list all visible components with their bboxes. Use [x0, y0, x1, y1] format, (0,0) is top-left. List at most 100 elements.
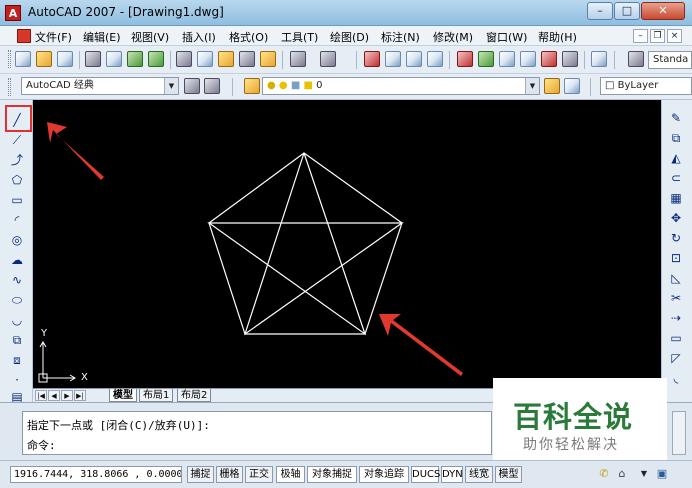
- menu-file[interactable]: 文件(F): [35, 29, 72, 45]
- copy-icon[interactable]: [197, 51, 213, 67]
- properties-icon[interactable]: [457, 51, 473, 67]
- redo-icon[interactable]: [320, 51, 336, 67]
- lineweight-toggle[interactable]: 线宽: [465, 466, 493, 483]
- zoom-previous-icon[interactable]: [427, 51, 443, 67]
- workspace-select[interactable]: AutoCAD 经典 ▼: [21, 77, 179, 95]
- first-tab-icon[interactable]: |◀: [35, 390, 47, 401]
- arc-icon[interactable]: ◜: [8, 212, 26, 229]
- design-center-icon[interactable]: [478, 51, 494, 67]
- menu-help[interactable]: 帮助(H): [538, 29, 577, 45]
- model-toggle[interactable]: 模型: [495, 466, 522, 483]
- save-icon[interactable]: [57, 51, 73, 67]
- menu-view[interactable]: 视图(V): [131, 29, 169, 45]
- document-icon[interactable]: [17, 29, 31, 43]
- zoom-window-icon[interactable]: [406, 51, 422, 67]
- snap-toggle[interactable]: 捕捉: [187, 466, 214, 483]
- chevron-down-icon[interactable]: ▼: [525, 78, 539, 94]
- menu-edit[interactable]: 编辑(E): [83, 29, 121, 45]
- linetype-select[interactable]: □ ByLayer: [600, 77, 692, 95]
- prev-tab-icon[interactable]: ◀: [48, 390, 60, 401]
- stretch-icon[interactable]: ◺: [667, 270, 685, 287]
- command-scrollbar[interactable]: [672, 411, 686, 455]
- mirror-icon[interactable]: ◭: [667, 150, 685, 167]
- close-button[interactable]: ✕: [641, 2, 685, 20]
- markup-icon[interactable]: [541, 51, 557, 67]
- polyline-icon[interactable]: ⤴: [8, 152, 26, 169]
- erase-icon[interactable]: ✎: [667, 110, 685, 127]
- menu-insert[interactable]: 插入(I): [182, 29, 216, 45]
- publish-icon[interactable]: [127, 51, 143, 67]
- undo-icon[interactable]: [290, 51, 306, 67]
- ducs-toggle[interactable]: DUCS: [411, 466, 440, 483]
- ellipse-icon[interactable]: ⬭: [8, 292, 26, 309]
- mdi-restore-button[interactable]: ❐: [650, 29, 665, 43]
- menu-dimension[interactable]: 标注(N): [381, 29, 420, 45]
- menu-tools[interactable]: 工具(T): [281, 29, 318, 45]
- tab-model[interactable]: 模型: [109, 389, 137, 402]
- pan-icon[interactable]: [364, 51, 380, 67]
- mdi-close-button[interactable]: ×: [667, 29, 682, 43]
- autocad-logo-icon[interactable]: A: [5, 5, 21, 21]
- tool-palettes-icon[interactable]: [499, 51, 515, 67]
- sheet-set-icon[interactable]: [520, 51, 536, 67]
- grid-toggle[interactable]: 栅格: [216, 466, 243, 483]
- osnap-toggle[interactable]: 对象捕捉: [307, 466, 357, 483]
- rotate-icon[interactable]: ↻: [667, 230, 685, 247]
- insert-block-icon[interactable]: ⧉: [8, 332, 26, 349]
- block-editor-icon[interactable]: [260, 51, 276, 67]
- break-icon[interactable]: ▭: [667, 330, 685, 347]
- otrack-toggle[interactable]: 对象追踪: [359, 466, 409, 483]
- match-properties-icon[interactable]: [239, 51, 255, 67]
- layer-select[interactable]: ● ● ■ ■ 0 ▼: [262, 77, 540, 95]
- new-file-icon[interactable]: [15, 51, 31, 67]
- drawing-canvas[interactable]: Y X: [33, 100, 661, 388]
- toolbar-grip[interactable]: [8, 50, 11, 68]
- make-layer-current-icon[interactable]: [544, 78, 560, 94]
- layer-manager-icon[interactable]: [244, 78, 260, 94]
- rectangle-icon[interactable]: ▭: [8, 192, 26, 209]
- lock-toolbar-icon[interactable]: ⌂: [614, 466, 630, 482]
- next-tab-icon[interactable]: ▶: [61, 390, 73, 401]
- mdi-minimize-button[interactable]: –: [633, 29, 648, 43]
- calculator-icon[interactable]: [562, 51, 578, 67]
- menu-draw[interactable]: 绘图(D): [330, 29, 369, 45]
- coordinates-display[interactable]: 1916.7444, 318.8066 , 0.0000: [10, 466, 182, 483]
- scale-icon[interactable]: ⊡: [667, 250, 685, 267]
- workspace-save-icon[interactable]: [204, 78, 220, 94]
- menu-window[interactable]: 窗口(W): [486, 29, 527, 45]
- revision-cloud-icon[interactable]: ☁: [8, 252, 26, 269]
- paste-icon[interactable]: [218, 51, 234, 67]
- menu-modify[interactable]: 修改(M): [433, 29, 473, 45]
- menu-format[interactable]: 格式(O): [229, 29, 268, 45]
- extend-icon[interactable]: ⇢: [667, 310, 685, 327]
- restore-button[interactable]: □: [614, 2, 640, 20]
- offset-icon[interactable]: ⊂: [667, 170, 685, 187]
- open-file-icon[interactable]: [36, 51, 52, 67]
- minimize-button[interactable]: –: [587, 2, 613, 20]
- print-preview-icon[interactable]: [106, 51, 122, 67]
- move-icon[interactable]: ✥: [667, 210, 685, 227]
- spline-icon[interactable]: ∿: [8, 272, 26, 289]
- print-icon[interactable]: [85, 51, 101, 67]
- zoom-realtime-icon[interactable]: [385, 51, 401, 67]
- fillet-icon[interactable]: ◟: [667, 370, 685, 387]
- toolbar-grip-2[interactable]: [8, 78, 11, 96]
- workspace-settings-icon[interactable]: [184, 78, 200, 94]
- chamfer-icon[interactable]: ◸: [667, 350, 685, 367]
- construction-line-icon[interactable]: ⟋: [8, 132, 26, 149]
- status-menu-icon[interactable]: ▼: [636, 466, 652, 482]
- array-icon[interactable]: ▦: [667, 190, 685, 207]
- 3d-dwf-icon[interactable]: [148, 51, 164, 67]
- text-style-combo[interactable]: Standa: [648, 51, 692, 69]
- command-input-line[interactable]: 命令:: [27, 437, 56, 453]
- tab-layout1[interactable]: 布局1: [139, 389, 174, 402]
- polygon-icon[interactable]: ⬠: [8, 172, 26, 189]
- layer-previous-icon[interactable]: [564, 78, 580, 94]
- make-block-icon[interactable]: ⧈: [8, 352, 26, 369]
- chevron-down-icon[interactable]: ▼: [164, 78, 178, 94]
- communication-center-icon[interactable]: ✆: [596, 466, 612, 482]
- point-icon[interactable]: ·: [8, 372, 26, 389]
- ellipse-arc-icon[interactable]: ◡: [8, 312, 26, 329]
- polar-toggle[interactable]: 极轴: [276, 466, 305, 483]
- ortho-toggle[interactable]: 正交: [245, 466, 273, 483]
